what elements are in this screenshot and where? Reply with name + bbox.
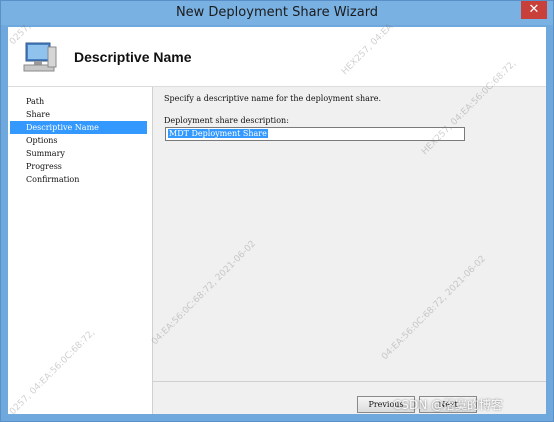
footer-divider	[152, 381, 546, 382]
page-title: Descriptive Name	[74, 49, 192, 65]
title-bar[interactable]: New Deployment Share Wizard ✕	[1, 1, 553, 25]
nav-item-confirmation[interactable]: Confirmation	[10, 173, 147, 186]
computer-icon	[23, 42, 57, 72]
step-navigation: Path Share Descriptive Name Options Summ…	[8, 87, 153, 414]
description-input-value: MDT Deployment Share	[168, 129, 268, 138]
window-title: New Deployment Share Wizard	[175, 5, 379, 20]
nav-item-progress[interactable]: Progress	[10, 160, 147, 173]
nav-item-options[interactable]: Options	[10, 134, 147, 147]
description-input[interactable]: MDT Deployment Share	[165, 127, 465, 141]
nav-item-share[interactable]: Share	[10, 108, 147, 121]
instruction-text: Specify a descriptive name for the deplo…	[164, 94, 382, 103]
nav-item-path[interactable]: Path	[10, 95, 147, 108]
description-field-label: Deployment share description:	[164, 116, 289, 125]
close-button[interactable]: ✕	[521, 1, 547, 19]
wizard-window: New Deployment Share Wizard ✕ Descriptiv…	[0, 0, 554, 422]
site-watermark: CSDN @落寞的博客	[393, 398, 504, 412]
nav-item-summary[interactable]: Summary	[10, 147, 147, 160]
wizard-content: Path Share Descriptive Name Options Summ…	[8, 87, 546, 414]
nav-item-descriptive-name[interactable]: Descriptive Name	[10, 121, 147, 134]
wizard-header: Descriptive Name	[8, 27, 546, 87]
